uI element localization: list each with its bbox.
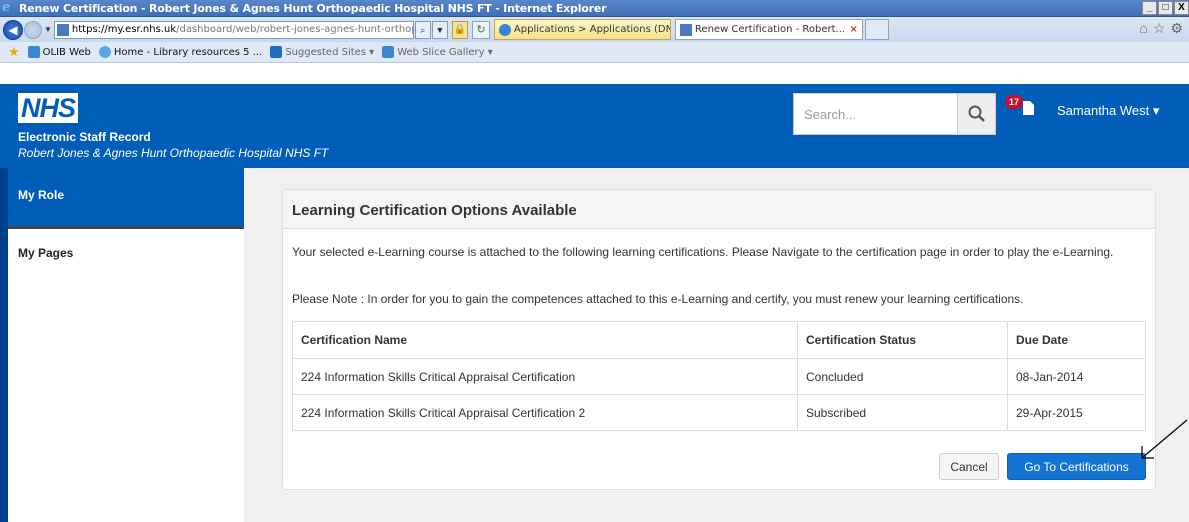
cloud-icon bbox=[98, 46, 111, 58]
go-to-certifications-button[interactable]: Go To Certifications bbox=[1007, 453, 1146, 480]
app-name: Electronic Staff Record bbox=[18, 130, 151, 144]
annotation-arrow-icon bbox=[1141, 419, 1188, 459]
gear-icon[interactable]: ⚙ bbox=[1170, 20, 1183, 37]
due-date: 08-Jan-2014 bbox=[1007, 358, 1146, 395]
main-content: Learning Certification Options Available… bbox=[244, 168, 1189, 522]
sidebar-item-my-role[interactable]: My Role bbox=[8, 168, 244, 229]
maximize-button[interactable]: □ bbox=[1158, 1, 1173, 15]
certification-status: Subscribed bbox=[797, 394, 1008, 431]
column-header-due-date: Due Date bbox=[1007, 321, 1146, 359]
table-header-row: Certification Name Certification Status … bbox=[292, 321, 1146, 359]
back-button[interactable]: ◀ bbox=[3, 19, 23, 40]
address-path: /dashboard/web/robert-jones-agnes-hunt-o… bbox=[176, 24, 413, 35]
document-icon bbox=[1023, 101, 1034, 115]
ie-page-icon bbox=[498, 23, 511, 36]
tab-label: Renew Certification - Robert... bbox=[694, 24, 846, 35]
favorites-bar: ★ OLIB Web Home - Library resources 5 ..… bbox=[0, 42, 1189, 63]
address-dropdown-icon[interactable]: ▼ bbox=[431, 20, 448, 39]
user-menu[interactable]: Samantha West ▾ bbox=[1057, 103, 1159, 119]
nhs-logo[interactable]: NHS bbox=[18, 93, 79, 123]
lock-icon[interactable]: 🔒 bbox=[451, 20, 468, 39]
forward-button[interactable] bbox=[24, 20, 42, 39]
favorite-label: Suggested Sites ▾ bbox=[285, 46, 375, 58]
address-bar[interactable]: https://my.esr.nhs.uk/dashboard/web/robe… bbox=[53, 20, 414, 39]
favorites-star-icon[interactable]: ☆ bbox=[1153, 20, 1166, 37]
column-header-certification-name: Certification Name bbox=[292, 321, 798, 359]
new-tab-button[interactable] bbox=[864, 19, 889, 40]
cancel-button[interactable]: Cancel bbox=[939, 453, 999, 480]
sidebar-item-label: My Role bbox=[18, 188, 65, 202]
site-favicon-icon bbox=[56, 23, 69, 36]
minimize-button[interactable]: _ bbox=[1142, 1, 1157, 15]
certification-options-panel: Learning Certification Options Available… bbox=[282, 189, 1156, 490]
favorite-home-library[interactable]: Home - Library resources 5 ... bbox=[98, 46, 263, 58]
favorite-label: OLIB Web bbox=[42, 46, 91, 58]
close-tab-icon[interactable]: × bbox=[850, 24, 858, 35]
address-host: https://my.esr.nhs.uk bbox=[71, 24, 177, 35]
address-search-icon[interactable]: ⌕ bbox=[414, 20, 431, 39]
history-dropdown-icon[interactable]: ▼ bbox=[44, 25, 52, 34]
certification-name: 224 Information Skills Critical Appraisa… bbox=[292, 358, 798, 395]
sidebar: My Role My Pages bbox=[0, 168, 244, 522]
panel-header: Learning Certification Options Available bbox=[283, 190, 1155, 229]
refresh-icon[interactable]: ↻ bbox=[471, 20, 490, 39]
sidebar-item-my-pages[interactable]: My Pages bbox=[18, 246, 73, 260]
site-favicon-icon bbox=[679, 23, 692, 36]
window-controls: _ □ X bbox=[1142, 1, 1189, 15]
favorites-star-icon[interactable]: ★ bbox=[8, 45, 20, 60]
search-box: Search... bbox=[793, 93, 996, 135]
table-row: 224 Information Skills Critical Appraisa… bbox=[292, 358, 1146, 395]
organisation-name: Robert Jones & Agnes Hunt Orthopaedic Ho… bbox=[18, 146, 329, 160]
certifications-table: Certification Name Certification Status … bbox=[292, 321, 1146, 431]
certification-name: 224 Information Skills Critical Appraisa… bbox=[292, 394, 798, 431]
ie-page-icon bbox=[382, 46, 395, 58]
panel-title: Learning Certification Options Available bbox=[292, 202, 577, 219]
notification-badge: 17 bbox=[1005, 95, 1024, 109]
window-title-bar: e Renew Certification - Robert Jones & A… bbox=[0, 0, 1189, 17]
favorite-olib-web[interactable]: OLIB Web bbox=[27, 46, 91, 58]
ie-page-icon bbox=[27, 46, 40, 58]
intro-text: Your selected e-Learning course is attac… bbox=[292, 245, 1114, 259]
tab-label: Applications > Applications (DN... bbox=[513, 24, 671, 35]
window-title: Renew Certification - Robert Jones & Agn… bbox=[19, 1, 607, 15]
browser-tab-renew-certification[interactable]: Renew Certification - Robert... × bbox=[674, 19, 863, 40]
bing-icon bbox=[270, 46, 283, 58]
due-date: 29-Apr-2015 bbox=[1007, 394, 1146, 431]
browser-nav-bar: ◀ ▼ https://my.esr.nhs.uk/dashboard/web/… bbox=[0, 17, 1189, 42]
browser-right-icons: ⌂ ☆ ⚙ bbox=[1139, 20, 1183, 37]
favorite-label: Home - Library resources 5 ... bbox=[113, 46, 263, 58]
favorite-label: Web Slice Gallery ▾ bbox=[397, 46, 493, 58]
column-header-certification-status: Certification Status bbox=[797, 321, 1008, 359]
favorite-web-slice-gallery[interactable]: Web Slice Gallery ▾ bbox=[382, 46, 493, 58]
search-input[interactable]: Search... bbox=[794, 107, 957, 122]
home-icon[interactable]: ⌂ bbox=[1139, 20, 1147, 37]
search-icon bbox=[968, 105, 985, 122]
table-row: 224 Information Skills Critical Appraisa… bbox=[292, 394, 1146, 431]
internet-explorer-icon: e bbox=[2, 0, 11, 15]
certification-status: Concluded bbox=[797, 358, 1008, 395]
close-window-button[interactable]: X bbox=[1174, 1, 1189, 15]
favorite-suggested-sites[interactable]: Suggested Sites ▾ bbox=[270, 46, 374, 58]
browser-tab-applications[interactable]: Applications > Applications (DN... bbox=[493, 19, 671, 40]
note-text: Please Note : In order for you to gain t… bbox=[292, 292, 1024, 306]
search-button[interactable] bbox=[957, 94, 995, 134]
